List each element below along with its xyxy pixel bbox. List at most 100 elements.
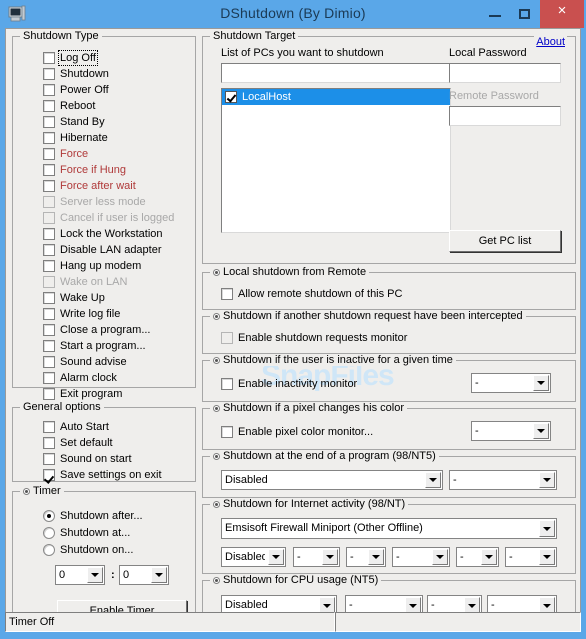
radio-icon	[213, 269, 220, 276]
checkbox-box	[43, 340, 55, 352]
client-area: SnapFiles Shutdown Type Log Off Shutdown…	[5, 28, 581, 628]
list-item-checkbox[interactable]	[225, 91, 237, 103]
chevron-down-icon[interactable]	[533, 423, 549, 439]
checkbox-label: Close a program...	[60, 324, 151, 336]
checkbox-label: Log Off	[58, 50, 98, 66]
internet-combo-1-value: Disabled	[225, 551, 265, 563]
internet-combo-4[interactable]: -	[392, 547, 450, 567]
inactivity-combo[interactable]: -	[471, 373, 551, 393]
timer-hours-value: 0	[59, 569, 66, 581]
checkbox-box	[221, 426, 233, 438]
radio-icon	[213, 313, 220, 320]
checkbox-box	[221, 332, 233, 344]
status-right-pane	[335, 612, 581, 632]
get-pc-list-label: Get PC list	[478, 235, 532, 247]
remote-password-input[interactable]	[449, 106, 561, 126]
radio-icon	[23, 488, 30, 495]
checkbox-box	[43, 68, 55, 80]
minimize-button[interactable]	[480, 0, 510, 28]
checkbox-box	[43, 196, 55, 208]
checkbox-box	[43, 244, 55, 256]
list-item[interactable]: LocalHost	[222, 89, 450, 105]
maximize-button[interactable]	[510, 0, 540, 28]
checkbox-box	[43, 100, 55, 112]
chevron-down-icon[interactable]	[539, 549, 555, 565]
checkbox-box	[43, 324, 55, 336]
internet-combo-2-value: -	[297, 551, 301, 563]
timer-hours-combo[interactable]: 0	[55, 565, 105, 585]
chevron-down-icon[interactable]	[87, 567, 103, 583]
checkbox-label: Wake Up	[60, 292, 105, 304]
checkbox-box	[43, 116, 55, 128]
inactivity-caption-label: Shutdown if the user is inactive for a g…	[223, 354, 453, 366]
internet-combo-6[interactable]: -	[505, 547, 557, 567]
checkbox-box	[43, 212, 55, 224]
pixel-combo[interactable]: -	[471, 421, 551, 441]
checkbox-box	[43, 260, 55, 272]
local-password-input[interactable]	[449, 63, 561, 83]
end-of-program-caption: Shutdown at the end of a program (98/NT5…	[210, 450, 439, 462]
checkbox-box	[43, 276, 55, 288]
chevron-down-icon[interactable]	[368, 549, 384, 565]
internet-activity-caption: Shutdown for Internet activity (98/NT)	[210, 498, 409, 510]
checkbox-label: Hibernate	[60, 132, 108, 144]
checkbox-box	[43, 148, 55, 160]
radio-label: Shutdown at...	[60, 527, 131, 539]
local-shutdown-from-remote-group: Local shutdown from Remote Allow remote …	[202, 266, 576, 310]
checkbox-label: Cancel if user is logged	[60, 212, 175, 224]
chevron-down-icon[interactable]	[425, 472, 441, 488]
internet-combo-2[interactable]: -	[293, 547, 340, 567]
checkbox-box	[43, 164, 55, 176]
checkbox-label: Save settings on exit	[60, 469, 162, 481]
checkbox-box	[43, 437, 55, 449]
internet-adapter-combo[interactable]: Emsisoft Firewall Miniport (Other Offlin…	[221, 518, 557, 539]
chevron-down-icon[interactable]	[539, 472, 555, 488]
internet-combo-1[interactable]: Disabled	[221, 547, 286, 567]
checkbox-label: Enable shutdown requests monitor	[238, 332, 408, 344]
checkbox-box	[43, 453, 55, 465]
get-pc-list-button[interactable]: Get PC list	[449, 230, 561, 252]
pc-listbox[interactable]: LocalHost	[221, 88, 451, 233]
checkbox-label: Lock the Workstation	[60, 228, 163, 240]
intercept-caption-label: Shutdown if another shutdown request hav…	[223, 310, 523, 322]
chevron-down-icon[interactable]	[268, 549, 284, 565]
checkbox-box	[43, 180, 55, 192]
timer-group: Timer Shutdown after... Shutdown at... S…	[12, 485, 196, 627]
internet-activity-group: Shutdown for Internet activity (98/NT) E…	[202, 498, 576, 574]
chevron-down-icon[interactable]	[481, 549, 497, 565]
end-of-program-second-combo[interactable]: -	[449, 470, 557, 490]
chevron-down-icon[interactable]	[322, 549, 338, 565]
inactivity-group: Shutdown if the user is inactive for a g…	[202, 354, 576, 402]
title-bar: DShutdown (By Dimio) ×	[0, 0, 586, 28]
internet-combo-4-value: -	[396, 551, 400, 563]
pc-input[interactable]	[221, 63, 451, 83]
radio-icon	[213, 357, 220, 364]
checkbox-box	[43, 84, 55, 96]
chevron-down-icon[interactable]	[151, 567, 167, 583]
internet-combo-5[interactable]: -	[456, 547, 499, 567]
checkbox-box	[43, 308, 55, 320]
checkbox-label: Start a program...	[60, 340, 146, 352]
end-of-program-main-value: Disabled	[225, 474, 268, 486]
internet-activity-caption-label: Shutdown for Internet activity (98/NT)	[223, 498, 406, 510]
chevron-down-icon[interactable]	[432, 549, 448, 565]
pixel-caption: Shutdown if a pixel changes his color	[210, 402, 407, 414]
radio-icon	[213, 405, 220, 412]
shutdown-target-caption: Shutdown Target	[210, 30, 299, 42]
internet-combo-3[interactable]: -	[346, 547, 386, 567]
general-options-group: General options Auto Start Set default S…	[12, 401, 196, 482]
end-of-program-main-combo[interactable]: Disabled	[221, 470, 443, 490]
internet-combo-3-value: -	[350, 551, 354, 563]
radio-box	[43, 510, 55, 522]
close-button[interactable]: ×	[540, 0, 584, 28]
about-link[interactable]: About	[534, 36, 567, 48]
maximize-icon	[519, 9, 530, 19]
checkbox-box	[43, 421, 55, 433]
timer-minutes-combo[interactable]: 0	[119, 565, 169, 585]
checkbox-box	[43, 469, 55, 481]
end-of-program-caption-label: Shutdown at the end of a program (98/NT5…	[223, 450, 436, 462]
minimize-icon	[489, 15, 501, 17]
checkbox-label: Stand By	[60, 116, 105, 128]
chevron-down-icon[interactable]	[533, 375, 549, 391]
chevron-down-icon[interactable]	[539, 520, 555, 537]
